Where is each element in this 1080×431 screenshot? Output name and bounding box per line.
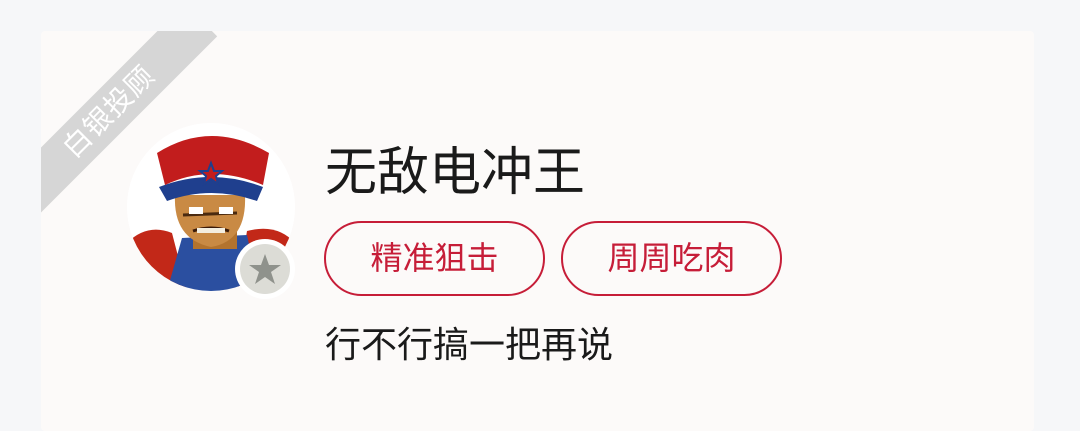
user-motto: 行不行搞一把再说 bbox=[325, 325, 614, 366]
tag-list: 精准狙击 周周吃肉 bbox=[324, 221, 782, 296]
tag-item[interactable]: 周周吃肉 bbox=[561, 221, 782, 296]
rank-badge bbox=[235, 239, 295, 299]
user-name: 无敌电冲王 bbox=[325, 143, 586, 203]
avatar-container[interactable] bbox=[127, 123, 295, 299]
profile-card[interactable]: 白银投顾 无敌电冲王 精准狙击 周周吃肉 行不行搞一把再说 bbox=[41, 31, 1034, 431]
tag-item[interactable]: 精准狙击 bbox=[324, 221, 545, 296]
star-icon bbox=[249, 254, 281, 284]
